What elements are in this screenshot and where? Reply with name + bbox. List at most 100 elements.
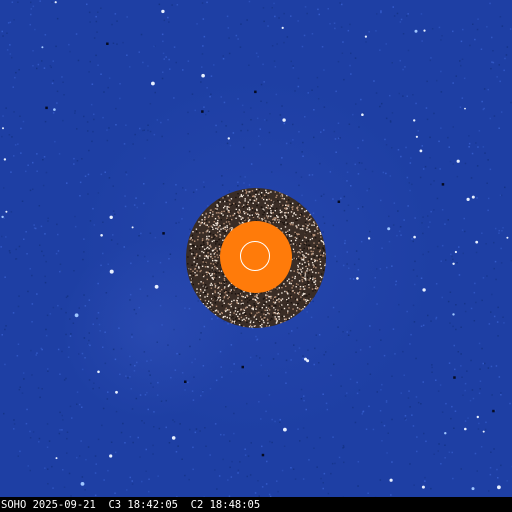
corona-speck [281,216,284,218]
noise-speck [444,223,446,225]
corona-speck [222,200,225,202]
noise-speck [202,365,205,367]
corona-speck [251,207,254,209]
noise-speck [93,382,95,384]
noise-speck [58,153,61,155]
noise-speck [299,440,301,442]
noise-speck [349,329,352,332]
noise-speck [274,420,276,423]
corona-speck [196,231,198,233]
corona-speck [306,295,308,297]
corona-speck [204,284,207,286]
corona-speck [269,319,272,321]
noise-speck [223,101,226,104]
noise-speck [406,176,409,179]
corona-speck [295,237,298,240]
noise-speck [4,328,6,331]
corona-speck [262,319,265,322]
noise-speck [327,492,330,495]
corona-speck [224,205,226,207]
noise-speck [8,250,11,252]
corona-speck [314,280,317,282]
noise-speck [337,122,340,124]
corona-speck [229,317,231,319]
corona-speck [324,253,326,255]
noise-speck [184,389,186,391]
corona-speck [202,261,204,263]
corona-speck [313,266,315,268]
corona-speck [241,319,244,321]
corona-speck [235,313,238,316]
corona-speck [238,293,240,295]
noise-speck [98,387,100,389]
noise-speck [46,314,49,317]
noise-speck [108,77,111,79]
noise-speck [3,217,5,219]
noise-speck [93,118,95,121]
noise-speck [431,28,434,30]
corona-speck [201,219,203,221]
corona-speck [311,237,313,240]
noise-speck [470,177,473,179]
noise-speck [400,18,403,21]
corona-speck [299,245,301,247]
noise-speck [230,370,233,373]
noise-speck [350,52,352,55]
corona-speck [286,223,289,225]
noise-speck [45,260,47,263]
noise-speck [356,392,359,395]
noise-speck [484,428,487,431]
star [497,485,501,490]
corona-speck [296,217,299,220]
noise-speck [18,295,20,297]
noise-speck [182,69,184,71]
corona-speck [311,288,314,290]
corona-speck [221,289,223,291]
noise-speck [175,61,177,64]
corona-speck [281,197,283,200]
noise-speck [350,73,352,75]
noise-speck [479,388,481,390]
noise-speck [323,106,326,108]
star [3,158,7,161]
dark-pixel [261,453,265,457]
noise-speck [175,192,177,195]
noise-speck [303,399,305,402]
corona-speck [293,212,295,214]
noise-speck [285,359,288,362]
noise-speck [84,357,86,359]
corona-speck [278,213,280,216]
noise-speck [429,136,431,139]
noise-speck [240,23,242,25]
corona-speck [220,228,222,230]
corona-speck [317,285,319,288]
corona-speck [310,258,313,260]
corona-speck [286,214,288,216]
noise-speck [271,441,273,444]
star [456,159,460,163]
corona-speck [219,296,221,299]
corona-speck [264,202,266,204]
noise-speck [182,207,184,210]
noise-speck [255,355,258,357]
noise-speck [189,228,191,231]
corona-speck [229,223,231,225]
corona-speck [279,211,282,214]
corona-speck [286,292,289,294]
corona-speck [232,290,234,292]
noise-speck [308,459,310,461]
noise-speck [132,143,134,145]
noise-speck [86,3,88,6]
noise-speck [379,268,382,270]
noise-speck [388,215,390,218]
corona-speck [228,221,230,223]
corona-speck [218,238,220,241]
noise-speck [83,251,85,253]
noise-speck [152,386,154,388]
noise-speck [15,248,17,251]
noise-speck [412,94,414,96]
corona-speck [299,285,302,288]
noise-speck [141,480,143,483]
corona-speck [224,286,226,288]
noise-speck [355,103,357,105]
